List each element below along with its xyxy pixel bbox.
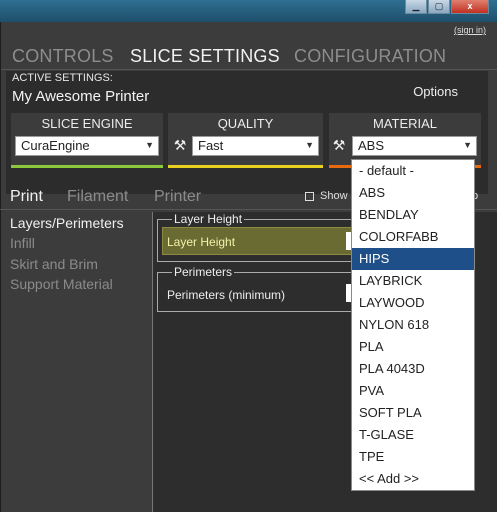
minimize-button[interactable]: ▁ [405, 0, 427, 14]
options-button[interactable]: Options [413, 84, 458, 99]
slice-engine-select[interactable]: CuraEngine ▼ [15, 136, 159, 156]
chevron-down-icon: ▼ [463, 140, 472, 150]
material-value: ABS [358, 138, 385, 153]
material-option[interactable]: PLA [352, 336, 474, 358]
tab-print[interactable]: Print [10, 188, 43, 206]
nav-item-infill[interactable]: Infill [10, 235, 35, 251]
material-option[interactable]: LAYBRICK [352, 270, 474, 292]
slice-engine-section: SLICE ENGINE CuraEngine ▼ [11, 113, 163, 168]
tools-icon[interactable]: ⚒ [172, 137, 188, 153]
material-option-add[interactable]: << Add >> [352, 468, 474, 490]
close-button[interactable]: x [451, 0, 489, 14]
quality-value: Fast [198, 138, 224, 153]
perimeters-legend: Perimeters [174, 265, 233, 279]
quality-select[interactable]: Fast ▼ [192, 136, 319, 156]
quality-header: QUALITY [217, 116, 274, 131]
perimeters-label: Perimeters (minimum) [167, 288, 286, 302]
material-select[interactable]: ABS ▼ [352, 136, 477, 156]
nav-item-skirt-and-brim[interactable]: Skirt and Brim [10, 256, 98, 272]
quality-color-bar [168, 165, 323, 168]
nav-item-layers-perimeters[interactable]: Layers/Perimeters [10, 215, 124, 231]
layer-height-legend: Layer Height [174, 212, 243, 226]
slice-engine-value: CuraEngine [21, 138, 90, 153]
tab-filament[interactable]: Filament [67, 188, 128, 206]
material-header: MATERIAL [372, 116, 438, 131]
material-option[interactable]: - default - [352, 160, 474, 182]
active-settings-label: ACTIVE SETTINGS: [12, 72, 113, 84]
slice-engine-header: SLICE ENGINE [41, 116, 133, 131]
layer-height-label: Layer Height [167, 235, 236, 249]
maximize-button[interactable]: ▢ [428, 0, 450, 14]
show-label: Show [320, 190, 348, 202]
show-checkbox[interactable] [305, 192, 314, 201]
tab-printer[interactable]: Printer [154, 188, 201, 206]
material-option[interactable]: T-GLASE [352, 424, 474, 446]
sign-in-link[interactable]: (sign in) [454, 25, 486, 35]
printer-name: My Awesome Printer [12, 88, 150, 105]
slice-engine-color-bar [11, 165, 163, 168]
window-titlebar: ▁ ▢ x [0, 0, 497, 22]
chevron-down-icon: ▼ [145, 140, 154, 150]
tab-configuration[interactable]: CONFIGURATION [294, 46, 446, 67]
material-option[interactable]: PVA [352, 380, 474, 402]
main-tabs: CONTROLS SLICE SETTINGS CONFIGURATION [1, 46, 497, 68]
material-option[interactable]: ABS [352, 182, 474, 204]
divider [1, 69, 497, 70]
divider [152, 212, 153, 512]
layer-height-row[interactable]: Layer Height [162, 227, 352, 255]
material-option-highlighted[interactable]: HIPS [352, 248, 474, 270]
material-option[interactable]: COLORFABB [352, 226, 474, 248]
nav-item-support-material[interactable]: Support Material [10, 276, 113, 292]
chevron-down-icon: ▼ [305, 140, 314, 150]
tools-icon[interactable]: ⚒ [331, 137, 347, 153]
tab-controls[interactable]: CONTROLS [12, 46, 114, 67]
material-option[interactable]: LAYWOOD [352, 292, 474, 314]
material-option[interactable]: BENDLAY [352, 204, 474, 226]
material-dropdown-list[interactable]: - default - ABS BENDLAY COLORFABB HIPS L… [351, 159, 475, 491]
material-option[interactable]: PLA 4043D [352, 358, 474, 380]
material-option[interactable]: NYLON 618 [352, 314, 474, 336]
window-controls: ▁ ▢ x [405, 0, 489, 14]
tab-slice-settings[interactable]: SLICE SETTINGS [130, 46, 280, 67]
material-option[interactable]: SOFT PLA [352, 402, 474, 424]
quality-section: QUALITY ⚒ Fast ▼ [168, 113, 323, 168]
material-option[interactable]: TPE [352, 446, 474, 468]
